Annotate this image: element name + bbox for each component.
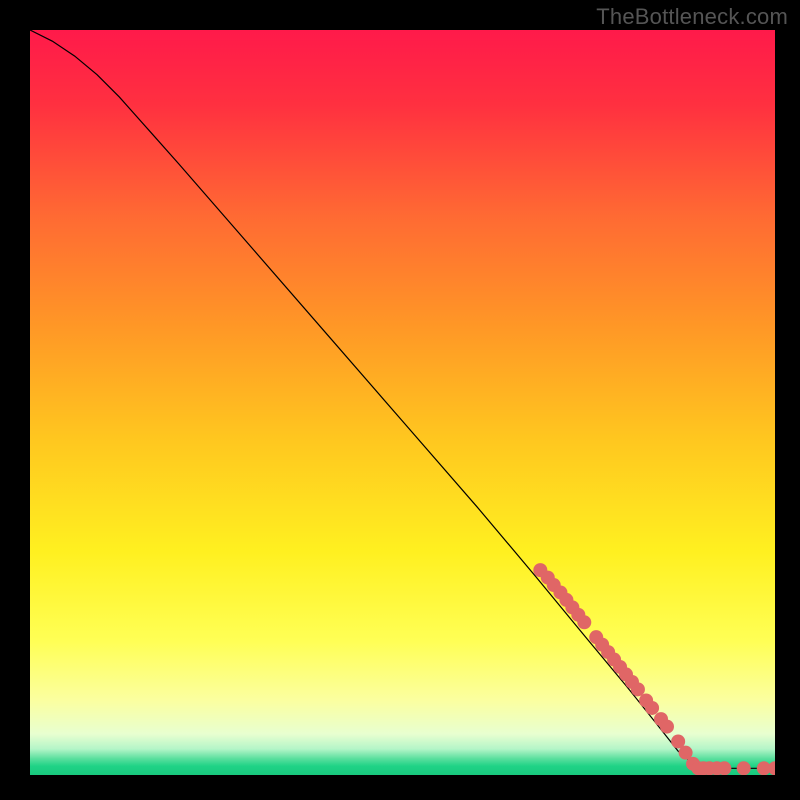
chart-line	[30, 30, 775, 768]
watermark-text: TheBottleneck.com	[596, 4, 788, 30]
chart-plot-area	[30, 30, 775, 775]
scatter-point	[737, 761, 751, 775]
scatter-point	[717, 761, 731, 775]
scatter-point	[645, 701, 659, 715]
scatter-point	[577, 615, 591, 629]
scatter-point	[631, 682, 645, 696]
chart-scatter-points	[533, 563, 775, 775]
chart-overlay	[30, 30, 775, 775]
scatter-point	[660, 720, 674, 734]
